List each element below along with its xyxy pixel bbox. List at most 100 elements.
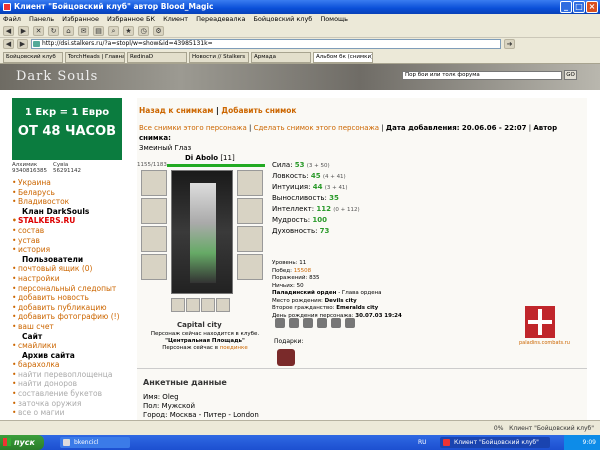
sidebar-link[interactable]: Беларусь bbox=[12, 188, 130, 198]
rune-icon[interactable] bbox=[303, 318, 313, 328]
stat-value: 45 bbox=[310, 172, 321, 180]
belt-slot[interactable] bbox=[216, 298, 230, 312]
site-search-go-button[interactable]: GO bbox=[564, 70, 577, 80]
sidebar-link[interactable]: добавить новость bbox=[12, 293, 130, 303]
tab-redinad[interactable]: RedinaD bbox=[127, 52, 187, 63]
rune-icon[interactable] bbox=[345, 318, 355, 328]
sidebar-link[interactable]: составление букетов bbox=[12, 389, 130, 399]
search-icon[interactable]: ⌕ bbox=[108, 25, 119, 36]
menu-fight-club[interactable]: Бойцовский клуб bbox=[253, 14, 312, 24]
stat-label: Выносливость: bbox=[272, 194, 327, 202]
stop-icon[interactable]: ✕ bbox=[33, 25, 44, 36]
rune-icon[interactable] bbox=[331, 318, 341, 328]
add-photo-link[interactable]: Добавить снимок bbox=[221, 106, 296, 115]
language-indicator[interactable]: RU bbox=[418, 435, 427, 450]
menu-help[interactable]: Помощь bbox=[320, 14, 348, 24]
sidebar-link[interactable]: найти перевоплощенца bbox=[12, 370, 130, 380]
menu-client[interactable]: Клиент bbox=[163, 14, 188, 24]
close-button[interactable]: × bbox=[586, 1, 598, 13]
sidebar-link[interactable]: почтовый ящик (0) bbox=[12, 264, 130, 274]
ring-slot[interactable] bbox=[201, 298, 215, 312]
clock[interactable]: 9:09 bbox=[583, 439, 596, 446]
info-value: 30.07.03 19:24 bbox=[355, 312, 402, 319]
fight-link[interactable]: поединке bbox=[220, 345, 248, 351]
weapon-slot[interactable] bbox=[141, 226, 167, 252]
amulet-slot[interactable] bbox=[141, 198, 167, 224]
stat-row: Выносливость: 35 bbox=[272, 193, 360, 204]
tools-icon[interactable]: ⚙ bbox=[153, 25, 164, 36]
home-icon[interactable]: ⌂ bbox=[63, 25, 74, 36]
sidebar-link[interactable]: найти доноров bbox=[12, 379, 130, 389]
sidebar-link[interactable]: все о магии bbox=[12, 408, 130, 418]
sidebar-link[interactable]: устав bbox=[12, 236, 130, 246]
ring-slot[interactable] bbox=[171, 298, 185, 312]
tab-strip: Бойцовский клуб TorchHeads | Главная Red… bbox=[0, 52, 600, 64]
sidebar-link[interactable]: заточка оружия bbox=[12, 399, 130, 409]
sidebar-link[interactable]: состав bbox=[12, 226, 130, 236]
scroll-icon[interactable] bbox=[275, 318, 285, 328]
sidebar-link[interactable]: добавить публикацию bbox=[12, 303, 130, 313]
potion-icon[interactable] bbox=[289, 318, 299, 328]
tab-album[interactable]: Альбом бк (снимки) // D... bbox=[313, 52, 373, 63]
address-input[interactable]: http://dsi.stalkers.ru/?a=stopl/w=show&i… bbox=[31, 39, 501, 49]
browser-window: Клиент "Бойцовский клуб" автор Blood_Mag… bbox=[0, 0, 600, 450]
menu-panel[interactable]: Панель bbox=[29, 14, 54, 24]
character-nick[interactable]: Di Abolo bbox=[185, 154, 218, 162]
forward-small-icon[interactable]: ▶ bbox=[17, 39, 28, 49]
back-arrow-icon[interactable]: ◀ bbox=[3, 25, 14, 36]
make-photo-link[interactable]: Сделать снимок этого персонажа bbox=[254, 124, 380, 132]
task-client[interactable]: Клиент "Бойцовский клуб" bbox=[440, 437, 550, 448]
rune-icon[interactable] bbox=[317, 318, 327, 328]
sidebar-link[interactable]: история bbox=[12, 245, 130, 255]
info-value: Devils city bbox=[324, 297, 357, 304]
all-photos-link[interactable]: Все снимки этого персонажа bbox=[139, 124, 247, 132]
go-icon[interactable]: ➜ bbox=[504, 39, 515, 49]
author-name[interactable]: Змеиный Глаз bbox=[139, 144, 191, 152]
site-search-input[interactable]: Пор бои или толк форума bbox=[402, 71, 562, 80]
menu-file[interactable]: Файл bbox=[3, 14, 21, 24]
start-button[interactable]: пуск bbox=[0, 435, 44, 450]
gift-bag-icon[interactable] bbox=[277, 349, 295, 366]
mail-icon[interactable]: ✉ bbox=[78, 25, 89, 36]
helmet-slot[interactable] bbox=[141, 170, 167, 196]
menu-favorites[interactable]: Избранное bbox=[62, 14, 99, 24]
ad-banner[interactable]: 1 Екр = 1 Евро ОТ 48 ЧАСОВ bbox=[12, 98, 122, 160]
tab-stalkers-news[interactable]: Новости // Stalkers bbox=[189, 52, 249, 63]
paladin-order-emblem[interactable] bbox=[525, 306, 555, 338]
history-icon[interactable]: ◷ bbox=[138, 25, 149, 36]
favorites-icon[interactable]: ★ bbox=[123, 25, 134, 36]
sidebar-link[interactable]: добавить фотографию (!) bbox=[12, 312, 130, 322]
sidebar-link[interactable]: Украина bbox=[12, 178, 130, 188]
profile-name: Имя: Oleg bbox=[143, 393, 179, 401]
sidebar-link[interactable]: смайлики bbox=[12, 341, 130, 351]
character-avatar[interactable] bbox=[171, 170, 233, 294]
tab-torchheads[interactable]: TorchHeads | Главная bbox=[65, 52, 125, 63]
sidebar-link[interactable]: Владивосток bbox=[12, 197, 130, 207]
back-to-photos-link[interactable]: Назад к снимкам bbox=[139, 106, 213, 115]
refresh-icon[interactable]: ↻ bbox=[48, 25, 59, 36]
maximize-button[interactable]: □ bbox=[573, 1, 585, 13]
tab-armada[interactable]: Армада bbox=[251, 52, 311, 63]
sidebar-link[interactable]: барахолка bbox=[12, 360, 130, 370]
print-icon[interactable]: ▤ bbox=[93, 25, 104, 36]
site-logo[interactable]: Dark Souls bbox=[16, 69, 98, 84]
forward-arrow-icon[interactable]: ▶ bbox=[18, 25, 29, 36]
task-bkencicl[interactable]: bkencicl bbox=[60, 437, 130, 448]
armor-slot[interactable] bbox=[141, 254, 167, 280]
sidebar-link[interactable]: персональный следопыт bbox=[12, 284, 130, 294]
sidebar-link[interactable]: STALKERS.RU bbox=[12, 216, 130, 226]
menu-dressing[interactable]: Переадевалка bbox=[196, 14, 245, 24]
ring-slot[interactable] bbox=[186, 298, 200, 312]
boots-slot[interactable] bbox=[237, 254, 263, 280]
emblem-caption[interactable]: paladins.combats.ru bbox=[519, 340, 570, 346]
earrings-slot[interactable] bbox=[237, 170, 263, 196]
sidebar-link[interactable]: настройки bbox=[12, 274, 130, 284]
sidebar-link[interactable]: ваш счет bbox=[12, 322, 130, 332]
gloves-slot[interactable] bbox=[237, 198, 263, 224]
minimize-button[interactable]: _ bbox=[560, 1, 572, 13]
tab-fight-club[interactable]: Бойцовский клуб bbox=[3, 52, 63, 63]
back-small-icon[interactable]: ◀ bbox=[3, 39, 14, 49]
menu-favorites-bk[interactable]: Избранное БК bbox=[107, 14, 155, 24]
shield-slot[interactable] bbox=[237, 226, 263, 252]
divider bbox=[137, 368, 587, 369]
